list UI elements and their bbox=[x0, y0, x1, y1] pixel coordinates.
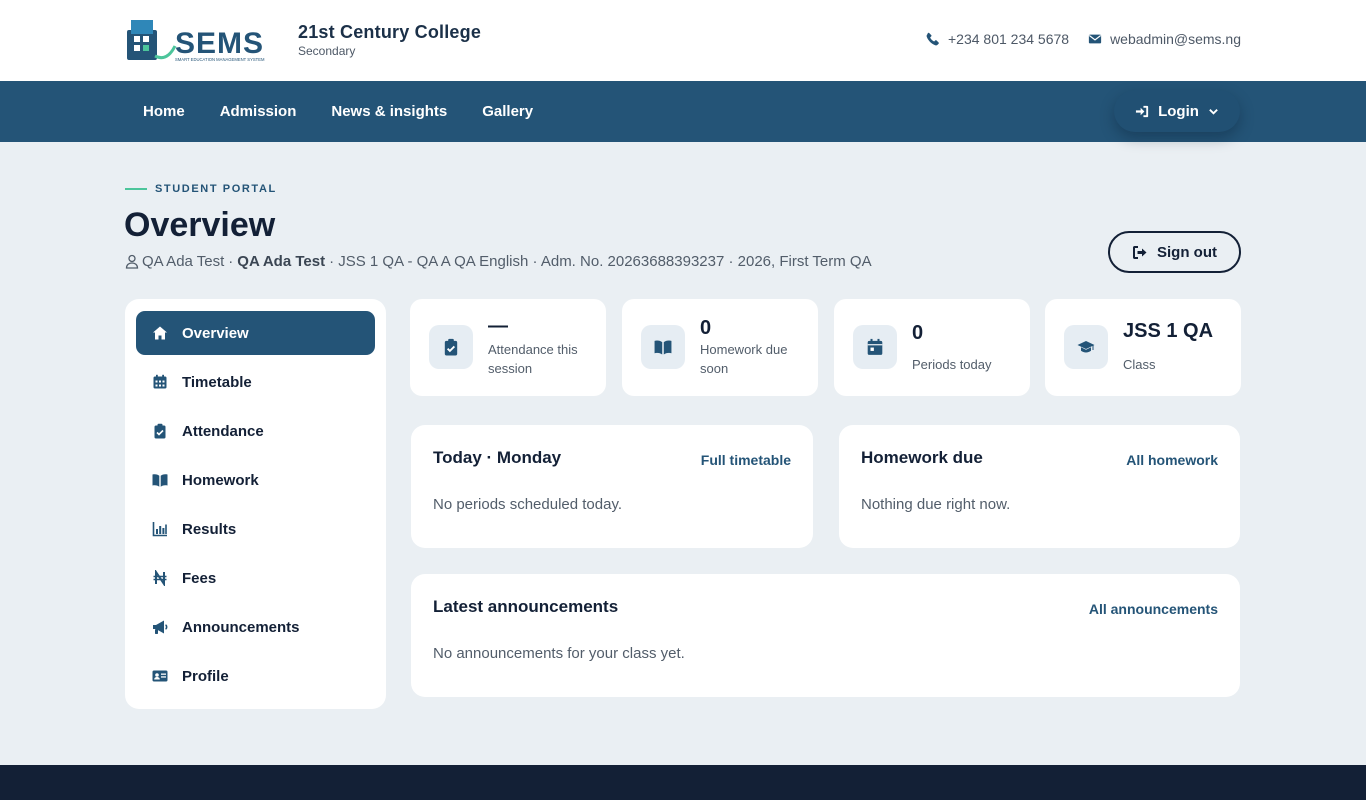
stat-label: Homework due soon bbox=[700, 342, 788, 376]
stat-label: Periods today bbox=[912, 357, 992, 372]
megaphone-icon bbox=[153, 620, 168, 634]
eyebrow-dash bbox=[125, 188, 147, 190]
stat-card-class: JSS 1 QA Class bbox=[1045, 299, 1241, 396]
college-subtitle: Secondary bbox=[298, 43, 356, 58]
stat-label: Class bbox=[1123, 357, 1156, 372]
nav-home[interactable]: Home bbox=[143, 103, 185, 120]
homework-title: Homework due bbox=[861, 448, 983, 467]
home-icon bbox=[153, 326, 167, 340]
main-nav: Home Admission News & insights Gallery L… bbox=[0, 81, 1366, 142]
sidebar-item-overview[interactable]: Overview bbox=[136, 311, 375, 355]
svg-text:SEMS: SEMS bbox=[175, 27, 264, 60]
chevron-down-icon bbox=[1209, 108, 1218, 115]
top-header: SEMS SMART EDUCATION MANAGEMENT SYSTEM 2… bbox=[0, 0, 1366, 81]
brand-text: 21st Century College Secondary bbox=[298, 22, 481, 58]
nav-links: Home Admission News & insights Gallery bbox=[143, 81, 568, 142]
homework-empty-message: Nothing due right now. bbox=[861, 496, 1011, 513]
email-address: webadmin@sems.ng bbox=[1110, 31, 1241, 47]
clipboard-check-icon bbox=[444, 338, 458, 356]
sidebar-item-announcements[interactable]: Announcements bbox=[136, 605, 375, 649]
contact-info: +234 801 234 5678 webadmin@sems.ng bbox=[926, 31, 1241, 47]
today-panel: Today · Monday Full timetable No periods… bbox=[411, 425, 813, 548]
stat-value: 0 bbox=[912, 322, 924, 344]
stat-card-homework: 0 Homework due soon bbox=[622, 299, 818, 396]
stat-icon-wrap bbox=[641, 325, 685, 369]
student-meta: QA Ada Test · QA Ada Test · JSS 1 QA - Q… bbox=[125, 253, 872, 270]
clipboard-check-icon bbox=[154, 423, 166, 439]
footer bbox=[0, 765, 1366, 800]
phone-icon bbox=[926, 32, 939, 46]
today-title: Today · Monday bbox=[433, 448, 562, 467]
stat-value: 0 bbox=[700, 317, 712, 339]
stat-icon-wrap bbox=[429, 325, 473, 369]
announcements-title: Latest announcements bbox=[433, 597, 619, 616]
full-timetable-link[interactable]: Full timetable bbox=[701, 452, 791, 468]
stat-value: — bbox=[488, 315, 508, 337]
sign-out-button[interactable]: Sign out bbox=[1108, 231, 1241, 273]
nav-news[interactable]: News & insights bbox=[331, 103, 447, 120]
naira-icon bbox=[153, 570, 167, 586]
stat-card-attendance: — Attendance this session bbox=[410, 299, 606, 396]
sidebar-item-label: Profile bbox=[182, 667, 229, 685]
sidebar-item-label: Attendance bbox=[182, 422, 264, 440]
section-eyebrow: STUDENT PORTAL bbox=[125, 183, 277, 195]
id-card-icon bbox=[152, 670, 168, 682]
student-name-bold: QA Ada Test bbox=[237, 253, 326, 270]
sidebar-item-fees[interactable]: Fees bbox=[136, 556, 375, 600]
sign-out-label: Sign out bbox=[1157, 243, 1217, 261]
student-details: · JSS 1 QA - QA A QA English · Adm. No. … bbox=[329, 253, 872, 270]
all-announcements-link[interactable]: All announcements bbox=[1089, 601, 1218, 617]
sidebar-item-label: Fees bbox=[182, 569, 217, 587]
homework-panel: Homework due All homework Nothing due ri… bbox=[839, 425, 1240, 548]
nav-admission[interactable]: Admission bbox=[220, 103, 297, 120]
sidebar-item-label: Timetable bbox=[182, 373, 252, 391]
email-contact[interactable]: webadmin@sems.ng bbox=[1088, 31, 1241, 47]
sign-in-icon bbox=[1136, 105, 1149, 117]
stat-label: Attendance this session bbox=[488, 342, 578, 376]
sidebar-item-label: Overview bbox=[182, 324, 249, 342]
all-homework-link[interactable]: All homework bbox=[1126, 452, 1218, 468]
svg-text:SMART EDUCATION MANAGEMENT SYS: SMART EDUCATION MANAGEMENT SYSTEM bbox=[175, 57, 265, 62]
brand[interactable]: SEMS SMART EDUCATION MANAGEMENT SYSTEM 2… bbox=[125, 16, 481, 63]
portal-sidebar: Overview Timetable Attendance Homework R… bbox=[125, 299, 386, 709]
stat-card-periods: 0 Periods today bbox=[834, 299, 1030, 396]
meta-separator: · bbox=[228, 253, 234, 270]
sign-out-icon bbox=[1133, 245, 1147, 259]
announcements-empty-message: No announcements for your class yet. bbox=[433, 645, 685, 662]
book-open-icon bbox=[152, 474, 168, 487]
announcements-panel: Latest announcements All announcements N… bbox=[411, 574, 1240, 697]
sidebar-item-label: Announcements bbox=[182, 618, 300, 636]
stat-icon-wrap bbox=[853, 325, 897, 369]
stat-icon-wrap bbox=[1064, 325, 1108, 369]
sidebar-item-profile[interactable]: Profile bbox=[136, 654, 375, 698]
eyebrow-text: STUDENT PORTAL bbox=[155, 183, 277, 195]
phone-number: +234 801 234 5678 bbox=[947, 31, 1070, 47]
login-label: Login bbox=[1158, 102, 1199, 120]
college-name: 21st Century College bbox=[298, 21, 482, 42]
phone-contact[interactable]: +234 801 234 5678 bbox=[926, 31, 1069, 47]
calendar-icon bbox=[867, 338, 883, 355]
sidebar-item-label: Homework bbox=[182, 471, 259, 489]
login-button[interactable]: Login bbox=[1114, 90, 1240, 132]
calendar-grid-icon bbox=[153, 374, 167, 389]
user-icon bbox=[125, 254, 139, 269]
sidebar-item-results[interactable]: Results bbox=[136, 507, 375, 551]
sidebar-item-attendance[interactable]: Attendance bbox=[136, 409, 375, 453]
envelope-icon bbox=[1088, 34, 1102, 44]
sidebar-item-timetable[interactable]: Timetable bbox=[136, 360, 375, 404]
bar-chart-icon bbox=[152, 522, 167, 537]
book-open-icon bbox=[654, 340, 672, 355]
page-title: Overview bbox=[124, 206, 276, 244]
sidebar-item-homework[interactable]: Homework bbox=[136, 458, 375, 502]
student-name: QA Ada Test bbox=[142, 253, 225, 270]
stat-value: JSS 1 QA bbox=[1123, 320, 1214, 342]
sidebar-item-label: Results bbox=[182, 520, 237, 538]
today-empty-message: No periods scheduled today. bbox=[433, 496, 623, 513]
sems-logo: SEMS SMART EDUCATION MANAGEMENT SYSTEM bbox=[127, 20, 265, 62]
nav-gallery[interactable]: Gallery bbox=[482, 103, 533, 120]
graduation-cap-icon bbox=[1077, 341, 1095, 353]
